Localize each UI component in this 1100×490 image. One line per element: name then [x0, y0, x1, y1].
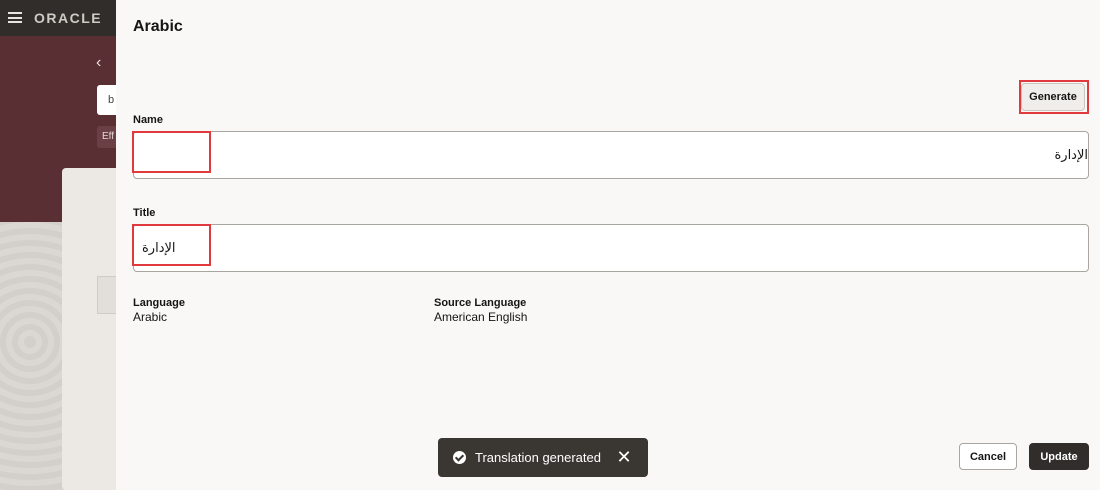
top-bar: ORACLE	[0, 0, 116, 36]
chevron-left-icon[interactable]: ‹	[96, 54, 101, 72]
toast-notification: Translation generated ✕	[438, 438, 648, 477]
background-card-field	[97, 276, 116, 314]
translation-drawer: Arabic Generate Name Title Language Arab…	[116, 0, 1100, 490]
check-circle-icon	[453, 451, 466, 464]
source-language-label: Source Language	[434, 297, 527, 309]
oracle-logo: ORACLE	[34, 10, 103, 26]
hamburger-menu-icon[interactable]	[8, 12, 22, 23]
close-icon[interactable]: ✕	[614, 447, 634, 467]
background-effective-chip[interactable]: Eff	[97, 126, 116, 148]
language-value: Arabic	[133, 310, 168, 324]
background-app: ORACLE ‹ b Eff	[0, 0, 116, 490]
title-label: Title	[133, 207, 156, 219]
background-pattern	[0, 222, 62, 490]
name-label: Name	[133, 114, 163, 126]
update-button[interactable]: Update	[1029, 443, 1089, 470]
cancel-button[interactable]: Cancel	[959, 443, 1017, 470]
title-field[interactable]	[133, 224, 1089, 272]
source-language-value: American English	[434, 310, 528, 324]
drawer-title: Arabic	[133, 18, 183, 35]
name-field[interactable]	[133, 131, 1089, 179]
background-search-input[interactable]: b	[97, 85, 116, 115]
generate-button[interactable]: Generate	[1021, 83, 1085, 111]
language-label: Language	[133, 297, 185, 309]
toast-message: Translation generated	[475, 450, 601, 465]
background-card	[62, 168, 116, 490]
